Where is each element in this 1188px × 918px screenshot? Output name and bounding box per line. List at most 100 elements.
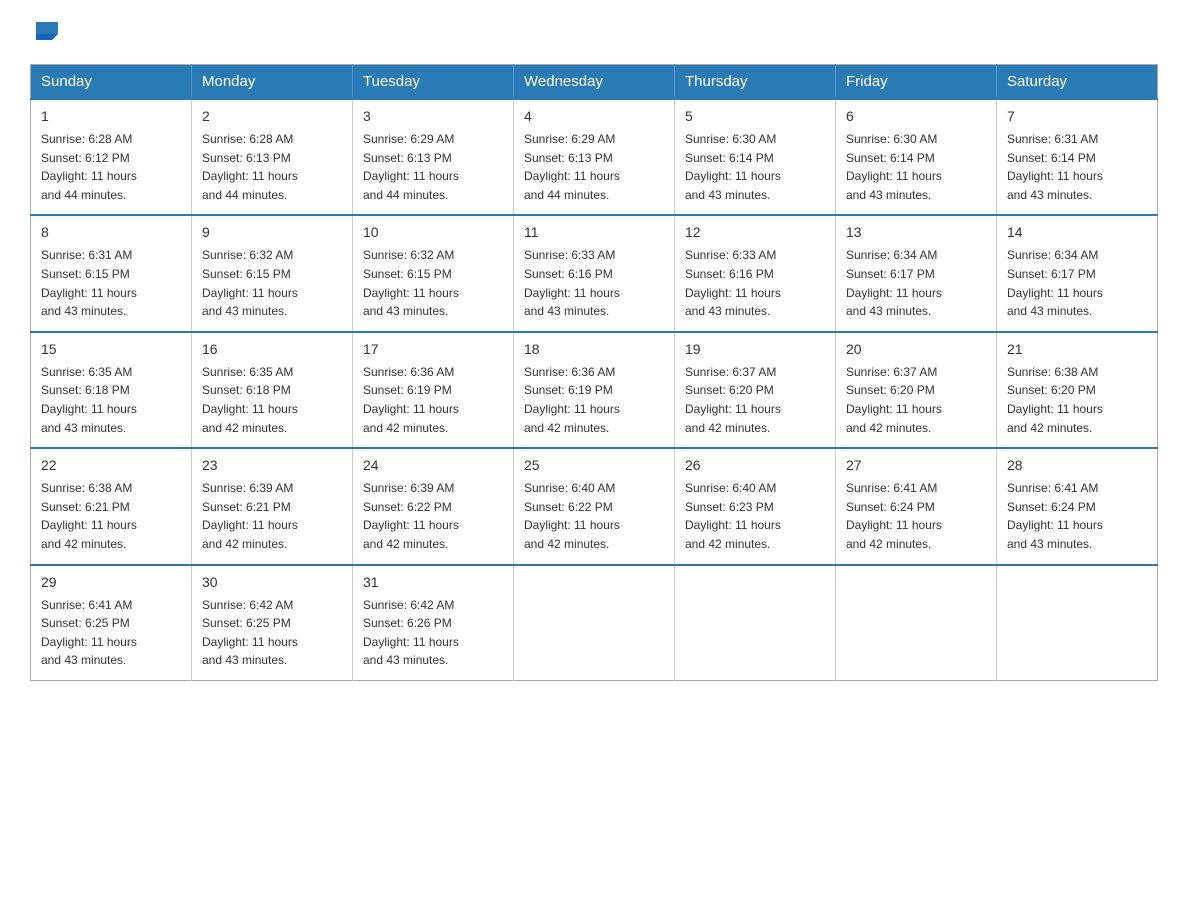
calendar-cell: 1 Sunrise: 6:28 AM Sunset: 6:12 PM Dayli…: [31, 99, 192, 215]
day-number: 17: [363, 339, 503, 360]
logo: [30, 20, 62, 44]
cell-info: Sunrise: 6:41 AM Sunset: 6:24 PM Dayligh…: [846, 479, 986, 553]
cell-info: Sunrise: 6:40 AM Sunset: 6:22 PM Dayligh…: [524, 479, 664, 553]
calendar-cell: 28 Sunrise: 6:41 AM Sunset: 6:24 PM Dayl…: [997, 448, 1158, 564]
calendar-cell: 21 Sunrise: 6:38 AM Sunset: 6:20 PM Dayl…: [997, 332, 1158, 448]
day-number: 22: [41, 455, 181, 476]
cell-info: Sunrise: 6:41 AM Sunset: 6:24 PM Dayligh…: [1007, 479, 1147, 553]
day-number: 21: [1007, 339, 1147, 360]
day-number: 26: [685, 455, 825, 476]
cell-info: Sunrise: 6:34 AM Sunset: 6:17 PM Dayligh…: [1007, 246, 1147, 320]
cell-info: Sunrise: 6:41 AM Sunset: 6:25 PM Dayligh…: [41, 596, 181, 670]
calendar-cell: 27 Sunrise: 6:41 AM Sunset: 6:24 PM Dayl…: [836, 448, 997, 564]
day-number: 29: [41, 572, 181, 593]
calendar-cell: 12 Sunrise: 6:33 AM Sunset: 6:16 PM Dayl…: [675, 215, 836, 331]
day-number: 7: [1007, 106, 1147, 127]
calendar-cell: 23 Sunrise: 6:39 AM Sunset: 6:21 PM Dayl…: [192, 448, 353, 564]
calendar-cell: 5 Sunrise: 6:30 AM Sunset: 6:14 PM Dayli…: [675, 99, 836, 215]
day-number: 13: [846, 222, 986, 243]
calendar-cell: 24 Sunrise: 6:39 AM Sunset: 6:22 PM Dayl…: [353, 448, 514, 564]
week-row-5: 29 Sunrise: 6:41 AM Sunset: 6:25 PM Dayl…: [31, 565, 1158, 681]
column-header-wednesday: Wednesday: [514, 65, 675, 100]
cell-info: Sunrise: 6:30 AM Sunset: 6:14 PM Dayligh…: [846, 130, 986, 204]
column-header-thursday: Thursday: [675, 65, 836, 100]
day-number: 3: [363, 106, 503, 127]
day-number: 20: [846, 339, 986, 360]
day-number: 30: [202, 572, 342, 593]
cell-info: Sunrise: 6:38 AM Sunset: 6:20 PM Dayligh…: [1007, 363, 1147, 437]
cell-info: Sunrise: 6:42 AM Sunset: 6:25 PM Dayligh…: [202, 596, 342, 670]
day-number: 2: [202, 106, 342, 127]
cell-info: Sunrise: 6:40 AM Sunset: 6:23 PM Dayligh…: [685, 479, 825, 553]
day-number: 14: [1007, 222, 1147, 243]
calendar-cell: 3 Sunrise: 6:29 AM Sunset: 6:13 PM Dayli…: [353, 99, 514, 215]
cell-info: Sunrise: 6:38 AM Sunset: 6:21 PM Dayligh…: [41, 479, 181, 553]
cell-info: Sunrise: 6:33 AM Sunset: 6:16 PM Dayligh…: [685, 246, 825, 320]
cell-info: Sunrise: 6:37 AM Sunset: 6:20 PM Dayligh…: [685, 363, 825, 437]
day-number: 19: [685, 339, 825, 360]
day-number: 16: [202, 339, 342, 360]
cell-info: Sunrise: 6:39 AM Sunset: 6:22 PM Dayligh…: [363, 479, 503, 553]
calendar-cell: 4 Sunrise: 6:29 AM Sunset: 6:13 PM Dayli…: [514, 99, 675, 215]
cell-info: Sunrise: 6:32 AM Sunset: 6:15 PM Dayligh…: [363, 246, 503, 320]
day-number: 31: [363, 572, 503, 593]
calendar-cell: [514, 565, 675, 681]
cell-info: Sunrise: 6:29 AM Sunset: 6:13 PM Dayligh…: [524, 130, 664, 204]
column-header-tuesday: Tuesday: [353, 65, 514, 100]
column-header-friday: Friday: [836, 65, 997, 100]
cell-info: Sunrise: 6:31 AM Sunset: 6:15 PM Dayligh…: [41, 246, 181, 320]
day-number: 11: [524, 222, 664, 243]
calendar-cell: 10 Sunrise: 6:32 AM Sunset: 6:15 PM Dayl…: [353, 215, 514, 331]
calendar-cell: 8 Sunrise: 6:31 AM Sunset: 6:15 PM Dayli…: [31, 215, 192, 331]
calendar-cell: 19 Sunrise: 6:37 AM Sunset: 6:20 PM Dayl…: [675, 332, 836, 448]
calendar-cell: 7 Sunrise: 6:31 AM Sunset: 6:14 PM Dayli…: [997, 99, 1158, 215]
cell-info: Sunrise: 6:35 AM Sunset: 6:18 PM Dayligh…: [202, 363, 342, 437]
day-number: 10: [363, 222, 503, 243]
calendar-cell: 31 Sunrise: 6:42 AM Sunset: 6:26 PM Dayl…: [353, 565, 514, 681]
day-number: 1: [41, 106, 181, 127]
column-header-sunday: Sunday: [31, 65, 192, 100]
cell-info: Sunrise: 6:34 AM Sunset: 6:17 PM Dayligh…: [846, 246, 986, 320]
calendar-cell: 26 Sunrise: 6:40 AM Sunset: 6:23 PM Dayl…: [675, 448, 836, 564]
logo-flag-icon: [32, 20, 60, 44]
calendar-cell: 20 Sunrise: 6:37 AM Sunset: 6:20 PM Dayl…: [836, 332, 997, 448]
calendar-cell: 25 Sunrise: 6:40 AM Sunset: 6:22 PM Dayl…: [514, 448, 675, 564]
day-number: 28: [1007, 455, 1147, 476]
day-number: 9: [202, 222, 342, 243]
calendar-cell: 29 Sunrise: 6:41 AM Sunset: 6:25 PM Dayl…: [31, 565, 192, 681]
calendar-cell: 18 Sunrise: 6:36 AM Sunset: 6:19 PM Dayl…: [514, 332, 675, 448]
calendar-cell: 17 Sunrise: 6:36 AM Sunset: 6:19 PM Dayl…: [353, 332, 514, 448]
cell-info: Sunrise: 6:32 AM Sunset: 6:15 PM Dayligh…: [202, 246, 342, 320]
calendar-cell: [997, 565, 1158, 681]
day-number: 12: [685, 222, 825, 243]
week-row-3: 15 Sunrise: 6:35 AM Sunset: 6:18 PM Dayl…: [31, 332, 1158, 448]
day-number: 15: [41, 339, 181, 360]
cell-info: Sunrise: 6:39 AM Sunset: 6:21 PM Dayligh…: [202, 479, 342, 553]
cell-info: Sunrise: 6:37 AM Sunset: 6:20 PM Dayligh…: [846, 363, 986, 437]
calendar-cell: 15 Sunrise: 6:35 AM Sunset: 6:18 PM Dayl…: [31, 332, 192, 448]
week-row-1: 1 Sunrise: 6:28 AM Sunset: 6:12 PM Dayli…: [31, 99, 1158, 215]
cell-info: Sunrise: 6:28 AM Sunset: 6:12 PM Dayligh…: [41, 130, 181, 204]
calendar-cell: 11 Sunrise: 6:33 AM Sunset: 6:16 PM Dayl…: [514, 215, 675, 331]
day-number: 6: [846, 106, 986, 127]
cell-info: Sunrise: 6:36 AM Sunset: 6:19 PM Dayligh…: [363, 363, 503, 437]
calendar-cell: 14 Sunrise: 6:34 AM Sunset: 6:17 PM Dayl…: [997, 215, 1158, 331]
day-number: 5: [685, 106, 825, 127]
calendar-cell: 13 Sunrise: 6:34 AM Sunset: 6:17 PM Dayl…: [836, 215, 997, 331]
calendar-cell: 2 Sunrise: 6:28 AM Sunset: 6:13 PM Dayli…: [192, 99, 353, 215]
calendar-cell: 22 Sunrise: 6:38 AM Sunset: 6:21 PM Dayl…: [31, 448, 192, 564]
cell-info: Sunrise: 6:28 AM Sunset: 6:13 PM Dayligh…: [202, 130, 342, 204]
calendar-header-row: SundayMondayTuesdayWednesdayThursdayFrid…: [31, 65, 1158, 100]
cell-info: Sunrise: 6:35 AM Sunset: 6:18 PM Dayligh…: [41, 363, 181, 437]
cell-info: Sunrise: 6:36 AM Sunset: 6:19 PM Dayligh…: [524, 363, 664, 437]
day-number: 18: [524, 339, 664, 360]
day-number: 25: [524, 455, 664, 476]
day-number: 4: [524, 106, 664, 127]
cell-info: Sunrise: 6:42 AM Sunset: 6:26 PM Dayligh…: [363, 596, 503, 670]
day-number: 27: [846, 455, 986, 476]
day-number: 8: [41, 222, 181, 243]
column-header-saturday: Saturday: [997, 65, 1158, 100]
page-header: [30, 20, 1158, 44]
calendar-cell: [836, 565, 997, 681]
calendar-cell: 6 Sunrise: 6:30 AM Sunset: 6:14 PM Dayli…: [836, 99, 997, 215]
